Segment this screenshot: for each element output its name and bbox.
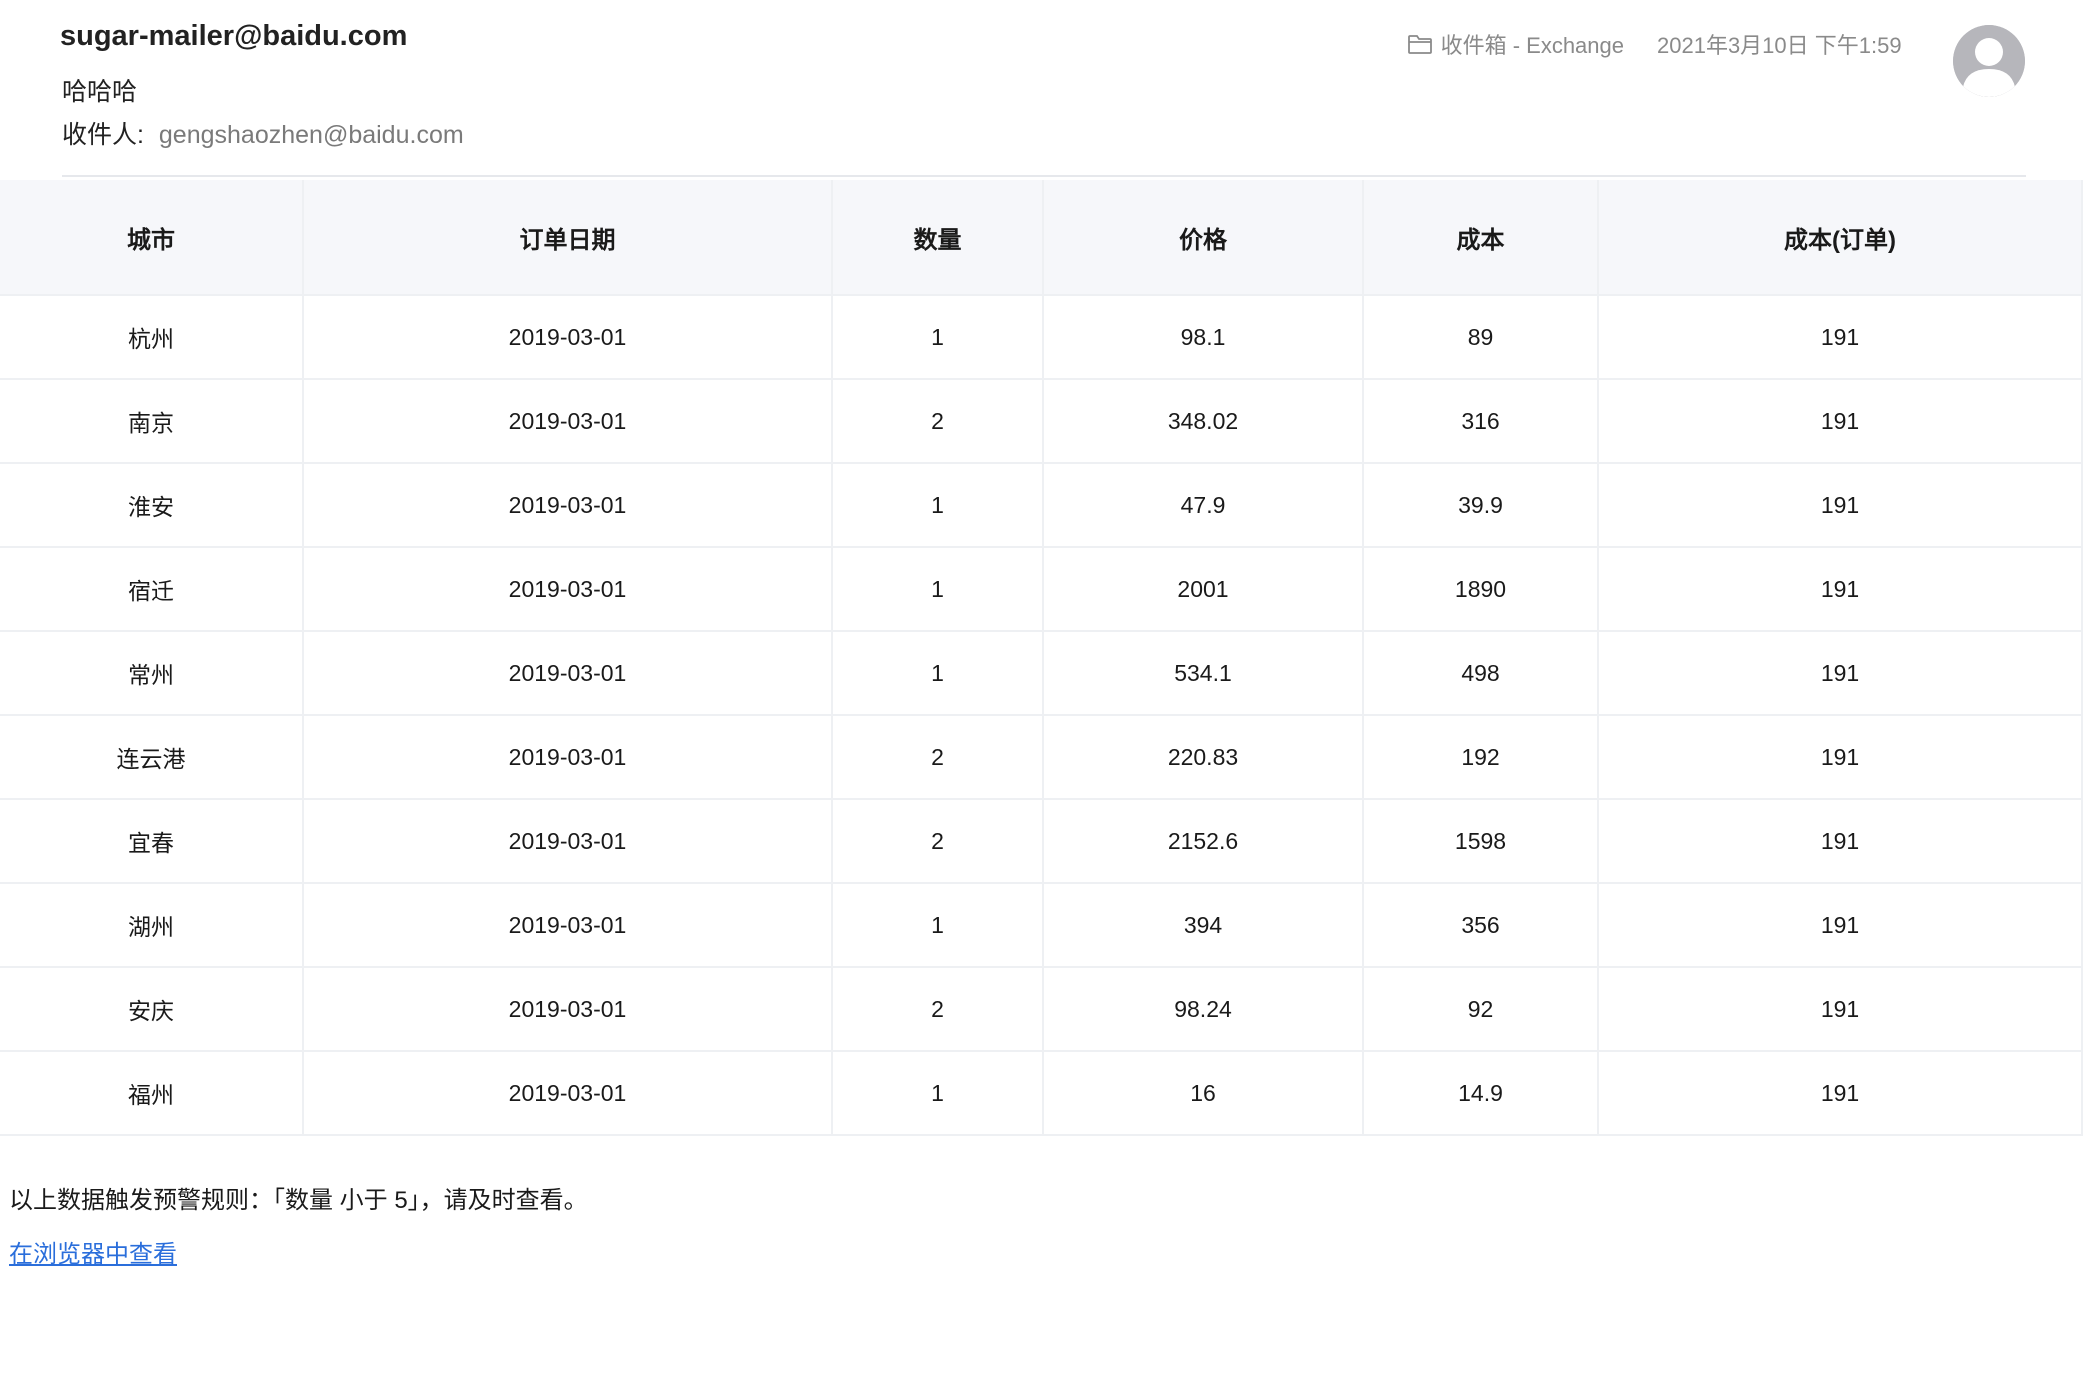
table-cell: 1 [832,547,1044,632]
table-cell: 湖州 [0,883,304,968]
table-cell: 1 [832,631,1044,716]
table-cell: 191 [1598,715,2083,800]
table-cell: 杭州 [0,295,304,380]
table-cell: 1598 [1363,799,1599,884]
table-cell: 192 [1363,715,1599,800]
email-header: sugar-mailer@baidu.com 哈哈哈 收件人: gengshao… [0,0,2084,178]
table-cell: 宜春 [0,799,304,884]
table-cell: 191 [1598,799,2083,884]
table-cell: 常州 [0,631,304,716]
recipient-label: 收件人: [62,121,144,149]
table-row: 宜春 2019-03-01 2 2152.6 1598 191 [0,799,2083,884]
table-row: 常州 2019-03-01 1 534.1 498 191 [0,631,2083,716]
table-cell: 191 [1598,295,2083,380]
email-subject: 哈哈哈 [62,78,138,106]
table-cell: 316 [1363,379,1599,464]
folder-icon [1407,35,1432,54]
column-header-cost: 成本 [1363,180,1599,296]
table-cell: 394 [1043,883,1364,968]
table-cell: 191 [1598,463,2083,548]
table-cell: 宿迁 [0,547,304,632]
table-cell: 2 [832,967,1044,1052]
table-header-row: 城市 订单日期 数量 价格 成本 成本(订单) [0,180,2083,296]
table-cell: 2019-03-01 [303,967,833,1052]
header-divider [62,175,2026,177]
table-cell: 2019-03-01 [303,547,833,632]
table-row: 南京 2019-03-01 2 348.02 316 191 [0,379,2083,464]
table-cell: 2 [832,799,1044,884]
table-cell: 356 [1363,883,1599,968]
column-header-order-cost: 成本(订单) [1598,180,2083,296]
table-cell: 2 [832,379,1044,464]
table-cell: 1 [832,463,1044,548]
column-header-city: 城市 [0,180,304,296]
table-row: 湖州 2019-03-01 1 394 356 191 [0,883,2083,968]
alert-rule-text: 以上数据触发预警规则：「数量 小于 5」，请及时查看。 [9,1187,588,1214]
sender-address: sugar-mailer@baidu.com [60,20,408,52]
table-cell: 2019-03-01 [303,631,833,716]
table-cell: 348.02 [1043,379,1364,464]
table-cell: 2019-03-01 [303,883,833,968]
table-cell: 1 [832,1051,1044,1136]
table-cell: 191 [1598,967,2083,1052]
table-cell: 191 [1598,883,2083,968]
column-header-order-date: 订单日期 [303,180,833,296]
table-cell: 498 [1363,631,1599,716]
table-cell: 1890 [1363,547,1599,632]
table-row: 福州 2019-03-01 1 16 14.9 191 [0,1051,2083,1136]
table-cell: 2 [832,715,1044,800]
folder-label: 收件箱 - Exchange [1440,33,1624,58]
table-cell: 南京 [0,379,304,464]
table-cell: 2019-03-01 [303,715,833,800]
email-view: sugar-mailer@baidu.com 哈哈哈 收件人: gengshao… [0,0,2084,1374]
table-cell: 220.83 [1043,715,1364,800]
table-cell: 47.9 [1043,463,1364,548]
table-cell: 安庆 [0,967,304,1052]
folder-location[interactable]: 收件箱 - Exchange [1407,28,1624,60]
table-cell: 福州 [0,1051,304,1136]
table-cell: 2019-03-01 [303,379,833,464]
table-cell: 1 [832,883,1044,968]
table-cell: 2019-03-01 [303,799,833,884]
user-avatar-icon [1953,25,2025,97]
recipient-address[interactable]: gengshaozhen@baidu.com [159,121,464,149]
data-table-container: 城市 订单日期 数量 价格 成本 成本(订单) 杭州 2019-03-01 1 … [0,180,2083,1136]
table-cell: 98.24 [1043,967,1364,1052]
table-cell: 191 [1598,547,2083,632]
table-cell: 191 [1598,631,2083,716]
recipient-row: 收件人: gengshaozhen@baidu.com [62,115,464,151]
table-cell: 89 [1363,295,1599,380]
table-cell: 191 [1598,379,2083,464]
table-row: 宿迁 2019-03-01 1 2001 1890 191 [0,547,2083,632]
table-row: 杭州 2019-03-01 1 98.1 89 191 [0,295,2083,380]
table-cell: 534.1 [1043,631,1364,716]
view-in-browser-link[interactable]: 在浏览器中查看 [9,1234,177,1269]
table-row: 淮安 2019-03-01 1 47.9 39.9 191 [0,463,2083,548]
data-table: 城市 订单日期 数量 价格 成本 成本(订单) 杭州 2019-03-01 1 … [0,180,2083,1136]
table-cell: 1 [832,295,1044,380]
table-cell: 191 [1598,1051,2083,1136]
table-cell: 39.9 [1363,463,1599,548]
table-cell: 2019-03-01 [303,463,833,548]
table-cell: 92 [1363,967,1599,1052]
table-cell: 2152.6 [1043,799,1364,884]
table-cell: 2001 [1043,547,1364,632]
column-header-price: 价格 [1043,180,1364,296]
table-row: 连云港 2019-03-01 2 220.83 192 191 [0,715,2083,800]
table-cell: 2019-03-01 [303,295,833,380]
table-cell: 2019-03-01 [303,1051,833,1136]
column-header-quantity: 数量 [832,180,1044,296]
table-cell: 连云港 [0,715,304,800]
table-cell: 14.9 [1363,1051,1599,1136]
table-row: 安庆 2019-03-01 2 98.24 92 191 [0,967,2083,1052]
table-cell: 98.1 [1043,295,1364,380]
table-cell: 淮安 [0,463,304,548]
sender-avatar[interactable] [1953,25,2025,97]
table-cell: 16 [1043,1051,1364,1136]
email-datetime: 2021年3月10日 下午1:59 [1657,33,1902,58]
